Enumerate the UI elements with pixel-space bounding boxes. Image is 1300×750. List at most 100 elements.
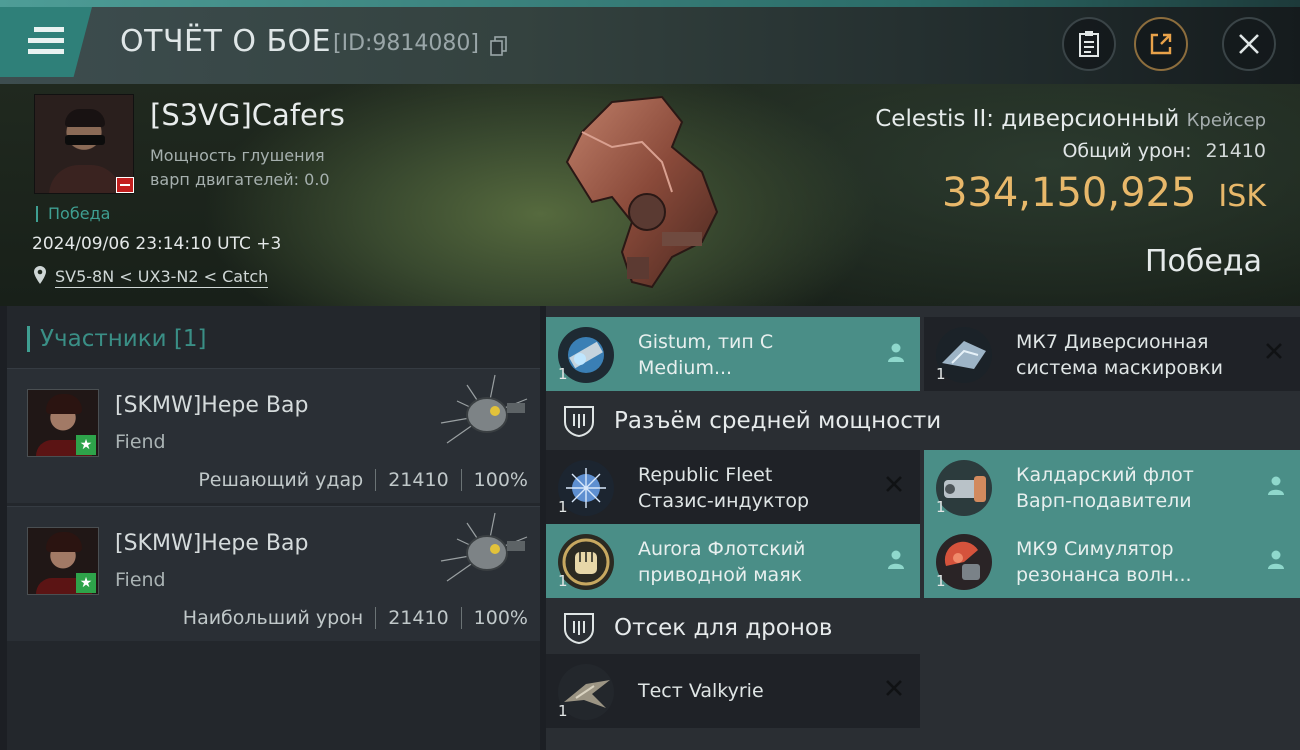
module-slot[interactable]: 1 Тест Valkyrie (546, 654, 920, 728)
module-name-line-2: система маскировки (1016, 357, 1223, 379)
participant-percent: 100% (473, 607, 528, 629)
participant-damage: 21410 (388, 469, 449, 491)
module-name-line-1: Тест Valkyrie (638, 680, 764, 702)
module-name: Тест Valkyrie (638, 678, 878, 704)
isk-unit: ISK (1218, 179, 1266, 214)
mid-slot-shield-icon (564, 406, 594, 438)
clipboard-button[interactable] (1062, 17, 1116, 71)
fiend-drone-icon (440, 512, 528, 582)
ship-type: Celestis II: диверсионный (875, 106, 1180, 132)
destroyed-x-icon (886, 476, 902, 492)
module-name: МК7 Диверсионная система маскировки (1016, 329, 1256, 381)
module-slot[interactable]: 1 Republic Fleet Стазис-индуктор (546, 450, 920, 524)
module-qty: 1 (558, 572, 568, 590)
participant-role: Наибольший урон (182, 607, 364, 629)
total-damage: Общий урон: 21410 (1062, 140, 1266, 162)
participant-stats: Наибольший урон 21410 100% (183, 607, 528, 629)
module-name-line-2: приводной маяк (638, 564, 803, 586)
mid-slot-section-header: Разъём средней мощности (546, 394, 1300, 448)
copy-icon[interactable] (490, 36, 508, 56)
module-name: Republic Fleet Стазис-индуктор (638, 462, 878, 514)
fitting-panel: 1 Gistum, тип C Medium... 1 МК7 Диверсио… (546, 306, 1300, 750)
menu-button[interactable] (0, 7, 92, 77)
mid-slot-section-label: Разъём средней мощности (614, 408, 942, 434)
result-tag: Победа (36, 206, 110, 222)
participant-name: [SKMW]Нере Вар (115, 531, 309, 556)
module-slot[interactable]: 1 МК9 Симулятор резонанса волн... (924, 524, 1300, 598)
share-button[interactable] (1134, 17, 1188, 71)
participant-card[interactable]: ★ [SKMW]Нере Вар Fiend Решающий удар 214… (7, 368, 540, 503)
module-qty: 1 (558, 702, 568, 720)
module-name-line-1: МК9 Симулятор (1016, 538, 1174, 560)
module-name-line-1: Gistum, тип C (638, 331, 774, 353)
module-name-line-1: Republic Fleet (638, 464, 773, 486)
module-name: Gistum, тип C Medium... (638, 329, 878, 381)
clipboard-icon (1079, 31, 1099, 57)
ship-render (565, 95, 719, 289)
victim-summary: [S3VG]Cafers Мощность глушения варп двиг… (0, 84, 1300, 306)
drone-bay-section-label: Отсек для дронов (614, 615, 833, 641)
star-badge-icon: ★ (76, 573, 96, 593)
module-name-line-1: Калдарский флот (1016, 464, 1194, 486)
module-slot[interactable]: 1 МК7 Диверсионная система маскировки (924, 317, 1300, 391)
participant-ship: Fiend (115, 431, 166, 453)
location-pin-icon (34, 266, 46, 284)
warp-disruption-stat: Мощность глушения варп двигателей: 0.0 (150, 144, 410, 192)
close-button[interactable] (1222, 17, 1276, 71)
page-title: ОТЧЁТ О БОЕ (120, 24, 332, 59)
close-icon (1239, 34, 1259, 54)
module-name: Aurora Флотский приводной маяк (638, 536, 878, 588)
module-slot[interactable]: 1 Калдарский флот Варп-подавители (924, 450, 1300, 524)
ship-name[interactable]: Celestis II: диверсионный Крейсер (875, 106, 1266, 132)
user-icon (888, 343, 904, 362)
module-name: МК9 Симулятор резонанса волн... (1016, 536, 1256, 588)
module-name: Калдарский флот Варп-подавители (1016, 462, 1256, 514)
participant-stats: Решающий удар 21410 100% (198, 469, 528, 491)
participant-damage: 21410 (388, 607, 449, 629)
total-damage-value: 21410 (1205, 140, 1266, 162)
module-qty: 1 (936, 572, 946, 590)
victim-name[interactable]: [S3VG]Cafers (150, 98, 345, 132)
module-name-line-1: МК7 Диверсионная (1016, 331, 1209, 353)
participant-name: [SKMW]Нере Вар (115, 393, 309, 418)
module-name-line-2: резонанса волн... (1016, 564, 1192, 586)
drone-bay-shield-icon (564, 613, 594, 645)
user-icon (1268, 550, 1284, 569)
participant-percent: 100% (473, 469, 528, 491)
isk-value: 334,150,925 (941, 170, 1197, 216)
module-name-line-2: Варп-подавители (1016, 490, 1192, 512)
user-icon (888, 550, 904, 569)
module-name-line-1: Aurora Флотский (638, 538, 806, 560)
participant-ship: Fiend (115, 569, 166, 591)
destroyed-x-icon (886, 680, 902, 696)
stat-label-line-2: варп двигателей: 0.0 (150, 170, 330, 189)
drone-bay-section-header: Отсек для дронов (546, 601, 1300, 655)
module-name-line-2: Стазис-индуктор (638, 490, 810, 512)
fiend-drone-icon (440, 374, 528, 444)
ship-class: Крейсер (1186, 110, 1266, 131)
battle-datetime: 2024/09/06 23:14:10 UTC +3 (32, 234, 282, 254)
module-slot[interactable]: 1 Gistum, тип C Medium... (546, 317, 920, 391)
star-badge-icon: ★ (76, 435, 96, 455)
participant-card[interactable]: ★ [SKMW]Нере Вар Fiend Наибольший урон 2… (7, 506, 540, 641)
location-link[interactable]: SV5-8N < UX3-N2 < Catch (55, 267, 269, 288)
participant-role: Решающий удар (198, 469, 364, 491)
isk-loss: 334,150,925 ISK (942, 170, 1266, 216)
module-name-line-2: Medium... (638, 357, 733, 379)
module-slot[interactable]: 1 Aurora Флотский приводной маяк (546, 524, 920, 598)
total-damage-label: Общий урон: (1062, 140, 1192, 162)
user-icon (1268, 476, 1284, 495)
participants-title: Участники [1] (27, 326, 206, 352)
standing-badge-icon (116, 177, 134, 193)
stat-label-line-1: Мощность глушения (150, 146, 325, 165)
module-qty: 1 (936, 365, 946, 383)
module-qty: 1 (558, 365, 568, 383)
participants-panel: Участники [1] ★ [SKMW]Нере Вар Fiend Реш… (7, 306, 540, 750)
destroyed-x-icon (1266, 343, 1282, 359)
module-qty: 1 (936, 498, 946, 516)
report-id: [ID:9814080] (333, 31, 479, 56)
top-bar: ОТЧЁТ О БОЕ [ID:9814080] (0, 0, 1300, 84)
battle-result: Победа (1145, 244, 1262, 279)
share-icon (1150, 33, 1172, 55)
module-qty: 1 (558, 498, 568, 516)
